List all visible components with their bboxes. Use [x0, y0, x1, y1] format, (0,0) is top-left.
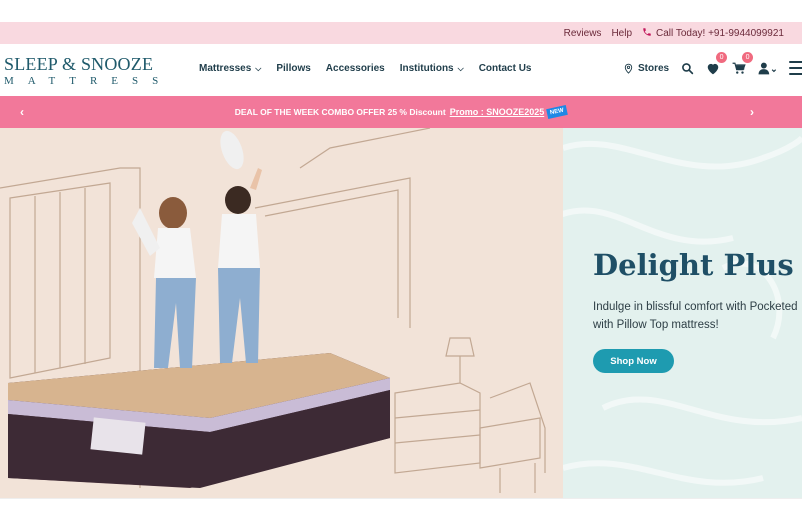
location-pin-icon — [620, 60, 636, 76]
help-link[interactable]: Help — [611, 28, 632, 39]
nav-item-pillows[interactable]: Pillows — [276, 63, 310, 74]
header-icons: Stores 0 0 — [620, 52, 802, 76]
top-whitespace — [0, 0, 802, 22]
chevron-right-icon[interactable]: › — [750, 105, 754, 119]
hero-content-panel: Delight Plus Indulge in blissful comfort… — [563, 128, 802, 498]
wishlist-count-badge: 0 — [716, 52, 728, 63]
nav-item-contact-us[interactable]: Contact Us — [479, 63, 532, 74]
cart-icon[interactable]: 0 — [731, 52, 754, 76]
nav-item-institutions[interactable]: Institutions ⌵ — [400, 63, 464, 74]
reviews-link[interactable]: Reviews — [564, 28, 602, 39]
nav-item-label: Pillows — [276, 63, 311, 74]
search-icon[interactable] — [679, 60, 695, 76]
stores-label: Stores — [638, 62, 670, 74]
call-text: Call Today! +91-9944099921 — [656, 27, 784, 39]
chevron-left-icon[interactable]: ‹ — [20, 105, 24, 119]
nav-item-label: Contact Us — [478, 63, 532, 74]
logo-line1: SLEEP & SNOOZE — [4, 54, 154, 74]
primary-nav: Mattresses ⌵ Pillows Accessories Institu… — [199, 63, 532, 74]
logo-line2: MATTRESS — [4, 75, 173, 87]
bottom-whitespace — [0, 498, 802, 520]
promo-text: DEAL OF THE WEEK COMBO OFFER 25 % Discou… — [234, 107, 446, 117]
main-header: SLEEP & SNOOZE MATTRESS Mattresses ⌵ Pil… — [0, 44, 802, 96]
promo-code-link[interactable]: Promo : SNOOZE2025 — [450, 107, 545, 117]
promo-banner: ‹ DEAL OF THE WEEK COMBO OFFER 25 % Disc… — [0, 96, 802, 128]
nav-item-label: Institutions — [399, 63, 454, 74]
brand-logo[interactable]: SLEEP & SNOOZE MATTRESS — [4, 54, 160, 87]
nav-item-mattresses[interactable]: Mattresses ⌵ — [199, 63, 261, 74]
menu-icon[interactable] — [789, 61, 802, 75]
chevron-down-icon: ⌵ — [255, 63, 262, 73]
user-icon[interactable] — [757, 60, 779, 76]
heart-icon[interactable]: 0 — [705, 52, 728, 76]
stores-link[interactable]: Stores — [620, 60, 669, 76]
nav-item-label: Mattresses — [199, 63, 252, 74]
chevron-down-icon: ⌵ — [457, 63, 464, 73]
call-link[interactable]: Call Today! +91-9944099921 — [642, 27, 784, 40]
hero-subtitle: Indulge in blissful comfort with Pockete… — [593, 301, 798, 331]
shop-now-button[interactable]: Shop Now — [593, 349, 674, 373]
hero-title: Delight Plus — [593, 248, 794, 282]
cart-count-badge: 0 — [742, 52, 754, 63]
hero-image — [0, 128, 563, 498]
phone-icon — [642, 27, 652, 40]
utility-bar: Reviews Help Call Today! +91-9944099921 — [0, 22, 802, 44]
new-tag-badge: NEW — [546, 105, 569, 119]
nav-item-accessories[interactable]: Accessories — [326, 63, 385, 74]
nav-item-label: Accessories — [325, 63, 385, 74]
